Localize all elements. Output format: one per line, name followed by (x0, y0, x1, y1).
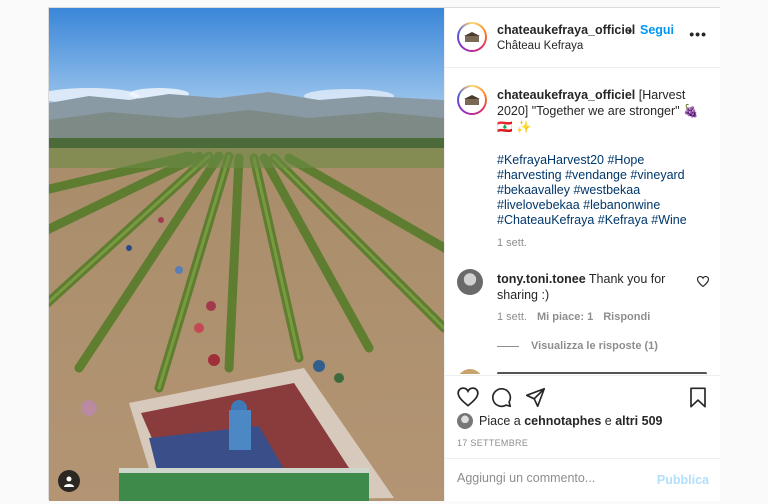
likes-middle: e (604, 414, 612, 428)
comment-like-heart-icon[interactable] (697, 276, 709, 287)
author-avatar[interactable] (457, 22, 487, 52)
heart-icon[interactable] (457, 387, 479, 407)
author-username[interactable]: chateaukefraya_officiel (497, 23, 635, 37)
comment-icon[interactable] (491, 387, 512, 408)
post-caption: chateaukefraya_officiel [Harvest 2020] "… (497, 87, 709, 135)
comment-meta: 1 sett. Mi piace: 1 Rispondi (497, 311, 650, 323)
follow-separator: • (628, 24, 633, 38)
post-actions-bar (445, 375, 721, 413)
post-side-panel: chateaukefraya_officiel • Segui Château … (444, 8, 721, 501)
bookmark-icon[interactable] (689, 387, 707, 408)
replies-divider (497, 345, 519, 347)
comment-username[interactable]: tony.toni.tonee (497, 272, 586, 286)
caption-time[interactable]: 1 sett. (497, 237, 527, 249)
user-tag-icon (64, 476, 74, 487)
instagram-post: chateaukefraya_officiel • Segui Château … (48, 7, 721, 501)
likes-user[interactable]: cehnotaphes (524, 414, 601, 428)
post-date[interactable]: 17 SETTEMBRE (457, 438, 528, 448)
chateau-logo-icon (464, 95, 480, 105)
caption-hashtags[interactable]: #KefrayaHarvest20 #Hope #harvesting #ven… (497, 153, 711, 228)
next-comment-partial (497, 371, 707, 374)
comment-body: tony.toni.tonee Thank you for sharing :) (497, 271, 687, 303)
post-header: chateaukefraya_officiel • Segui Château … (445, 8, 721, 68)
caption-username[interactable]: chateaukefraya_officiel (497, 88, 635, 102)
commenter-avatar[interactable] (457, 269, 483, 295)
chateau-logo-icon (464, 32, 480, 42)
comment-time[interactable]: 1 sett. (497, 311, 527, 323)
post-location[interactable]: Château Kefraya (497, 40, 583, 52)
likes-others[interactable]: altri 509 (615, 414, 662, 428)
caption-author-avatar[interactable] (457, 85, 487, 115)
liker-avatar[interactable] (457, 413, 473, 429)
comment-input[interactable] (457, 471, 647, 485)
view-replies-button[interactable]: Visualizza le risposte (1) (497, 340, 658, 352)
likes-summary[interactable]: Piace a cehnotaphes e altri 509 (457, 413, 662, 429)
more-options-icon[interactable]: ••• (689, 26, 707, 42)
reply-button[interactable]: Rispondi (603, 311, 650, 323)
tagged-users-button[interactable] (58, 470, 80, 492)
comments-list[interactable]: chateaukefraya_officiel [Harvest 2020] "… (445, 69, 721, 374)
likes-prefix: Piace a (479, 414, 521, 428)
comment-likes[interactable]: Mi piace: 1 (537, 311, 593, 323)
post-photo[interactable] (49, 8, 444, 501)
next-commenter-avatar[interactable] (457, 369, 483, 374)
add-comment-bar: Pubblica (445, 458, 721, 501)
follow-button[interactable]: Segui (640, 23, 674, 37)
vineyard-harvest-image (49, 8, 444, 501)
view-replies-label: Visualizza le risposte (1) (531, 340, 658, 352)
publish-button[interactable]: Pubblica (657, 473, 709, 487)
send-icon[interactable] (525, 387, 546, 408)
